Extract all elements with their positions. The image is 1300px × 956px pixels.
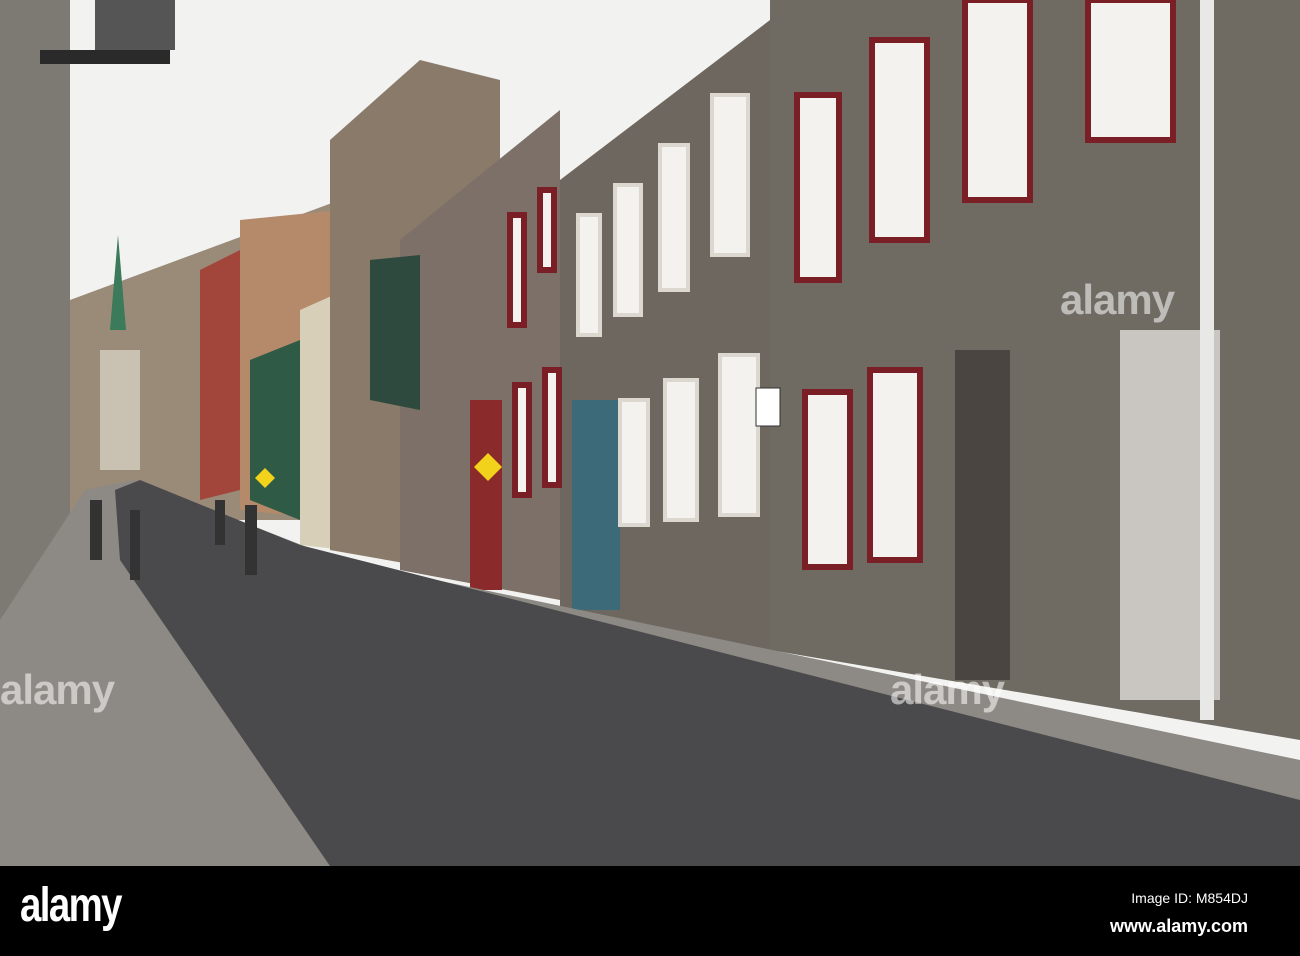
red-door (470, 400, 502, 590)
blue-door (572, 400, 620, 610)
watermark: alamy (1060, 276, 1175, 323)
site-url: www.alamy.com (1109, 916, 1248, 936)
watermark: alamy (890, 666, 1005, 713)
drainpipe (1200, 0, 1214, 720)
no-parking-sign (755, 387, 781, 427)
green-building (250, 340, 300, 520)
footer-bar: alamy Image ID: M854DJ www.alamy.com (0, 866, 1300, 956)
street-photo (0, 0, 1300, 866)
street-lamp-arm (40, 50, 170, 64)
watermark: alamy (0, 666, 115, 713)
red-building (200, 250, 240, 500)
distant-building-facade (100, 350, 140, 470)
street-lamp (95, 0, 175, 50)
alamy-logo: alamy (20, 879, 122, 932)
dark-doorway (955, 350, 1010, 680)
bay-window (370, 255, 420, 410)
stone-house-red-windows (770, 0, 1300, 740)
image-id: Image ID: M854DJ (1131, 890, 1248, 906)
